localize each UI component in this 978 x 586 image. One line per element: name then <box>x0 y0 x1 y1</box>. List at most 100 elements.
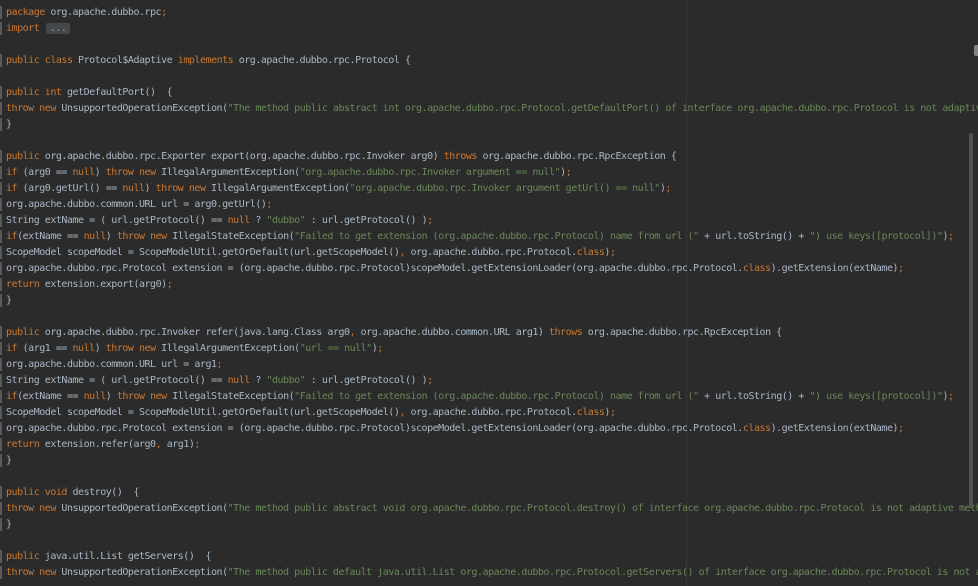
code-token: ; <box>898 263 904 274</box>
code-line: } <box>6 517 978 533</box>
code-token: ) <box>95 167 106 178</box>
code-line: if (arg1 == null) throw new IllegalArgum… <box>6 341 978 357</box>
code-token: public int <box>6 87 61 98</box>
code-token: throws <box>549 327 582 338</box>
code-token: org.apache.dubbo.rpc <box>45 7 161 18</box>
code-line: if(extName == null) throw new IllegalSta… <box>6 229 978 245</box>
code-token: org.apache.dubbo.rpc.RpcException { <box>582 327 781 338</box>
code-token: IllegalStateException( <box>167 231 294 242</box>
code-token: getDefaultPort() { <box>61 87 172 98</box>
code-token: (arg0.getUrl() == <box>17 183 122 194</box>
code-token: ).getExtension(extName) <box>771 263 898 274</box>
code-token: throw new <box>117 391 167 402</box>
code-token: org.apache.dubbo.rpc.Exporter export(org… <box>39 151 443 162</box>
code-editor: package org.apache.dubbo.rpc;import ...p… <box>0 0 978 586</box>
code-token: org.apache.dubbo.rpc.RpcException { <box>477 151 676 162</box>
code-line: String extName = ( url.getProtocol() == … <box>6 373 978 389</box>
code-token: ).getExtension(extName) <box>771 423 898 434</box>
code-token: ) <box>145 183 156 194</box>
code-token: + url.toString() + <box>699 231 810 242</box>
code-line: public int getDefaultPort() { <box>6 85 978 101</box>
code-line: ScopeModel scopeModel = ScopeModelUtil.g… <box>6 405 978 421</box>
code-token: implements <box>178 55 233 66</box>
code-token: throw new <box>106 343 156 354</box>
code-token: if <box>6 231 17 242</box>
code-token: throw new <box>6 503 56 514</box>
code-token: ScopeModel scopeModel = ScopeModelUtil.g… <box>6 407 399 418</box>
code-token: ) <box>106 391 117 402</box>
code-token: ; <box>427 375 433 386</box>
code-line: org.apache.dubbo.common.URL url = arg0.g… <box>6 197 978 213</box>
code-token: null <box>228 215 250 226</box>
code-token: UnsupportedOperationException( <box>56 567 228 578</box>
code-token: ? <box>250 375 267 386</box>
code-line: public org.apache.dubbo.rpc.Invoker refe… <box>6 325 978 341</box>
code-token: ; <box>194 439 200 450</box>
code-token: throw new <box>117 231 167 242</box>
code-line: org.apache.dubbo.rpc.Protocol extension … <box>6 261 978 277</box>
code-token: class <box>577 247 605 258</box>
code-line <box>6 37 978 53</box>
code-line: public org.apache.dubbo.rpc.Exporter exp… <box>6 149 978 165</box>
code-token: null <box>84 231 106 242</box>
code-token: org.apache.dubbo.rpc.Protocol extension … <box>6 263 743 274</box>
code-token: ; <box>898 423 904 434</box>
folded-imports-placeholder[interactable]: ... <box>46 23 71 34</box>
code-token: public void <box>6 487 67 498</box>
code-line: if (arg0 == null) throw new IllegalArgum… <box>6 165 978 181</box>
code-token: if <box>6 391 17 402</box>
code-line: throw new UnsupportedOperationException(… <box>6 501 978 517</box>
code-token: extension.export(arg0) <box>39 279 166 290</box>
code-token: null <box>122 183 144 194</box>
code-token: String extName = ( url.getProtocol() == <box>6 215 228 226</box>
code-line: String extName = ( url.getProtocol() == … <box>6 213 978 229</box>
code-token: UnsupportedOperationException( <box>56 503 228 514</box>
code-token: org.apache.dubbo.rpc.Protocol { <box>233 55 410 66</box>
code-line: public java.util.List getServers() { <box>6 549 978 565</box>
code-line: package org.apache.dubbo.rpc; <box>6 5 978 21</box>
code-line: import ... <box>6 21 978 37</box>
code-line: return extension.export(arg0); <box>6 277 978 293</box>
code-token: if <box>6 167 17 178</box>
code-line <box>6 533 978 549</box>
code-token: ") use keys([protocol])" <box>809 391 942 402</box>
code-token: public <box>6 151 39 162</box>
code-token: : url.getProtocol() ) <box>305 215 427 226</box>
code-token: ; <box>610 247 616 258</box>
code-token: destroy() { <box>67 487 139 498</box>
code-token: throw new <box>106 167 156 178</box>
code-token: throw new <box>6 103 56 114</box>
code-token: String extName = ( url.getProtocol() == <box>6 375 228 386</box>
code-token: package <box>6 7 45 18</box>
code-token: ; <box>948 231 954 242</box>
code-token: UnsupportedOperationException( <box>56 103 228 114</box>
code-token: throw new <box>6 567 56 578</box>
code-line: org.apache.dubbo.rpc.Protocol extension … <box>6 421 978 437</box>
code-line: } <box>6 117 978 133</box>
code-token: org.apache.dubbo.rpc.Protocol. <box>405 247 577 258</box>
code-line <box>6 69 978 85</box>
code-token: ) <box>106 231 117 242</box>
code-token: (extName == <box>17 231 84 242</box>
code-token: null <box>228 375 250 386</box>
code-token: ; <box>948 391 954 402</box>
code-token: if <box>6 343 17 354</box>
code-token: "Failed to get extension (org.apache.dub… <box>294 391 698 402</box>
code-line: throw new UnsupportedOperationException(… <box>6 101 978 117</box>
scrollbar-thumb[interactable] <box>969 133 973 508</box>
code-line: public void destroy() { <box>6 485 978 501</box>
code-token: ; <box>266 199 272 210</box>
code-token: "dubbo" <box>266 375 305 386</box>
scrollbar-mark <box>974 45 978 56</box>
code-token: public <box>6 327 39 338</box>
code-area[interactable]: package org.apache.dubbo.rpc;import ...p… <box>6 5 978 581</box>
code-line: return extension.refer(arg0, arg1); <box>6 437 978 453</box>
code-token: ) <box>95 343 106 354</box>
code-token: ") use keys([protocol])" <box>809 231 942 242</box>
code-line: ScopeModel scopeModel = ScopeModelUtil.g… <box>6 245 978 261</box>
code-token: ; <box>161 7 167 18</box>
code-token: ; <box>427 215 433 226</box>
code-line: throw new UnsupportedOperationException(… <box>6 565 978 581</box>
code-token: class <box>743 263 771 274</box>
code-token <box>39 23 45 34</box>
